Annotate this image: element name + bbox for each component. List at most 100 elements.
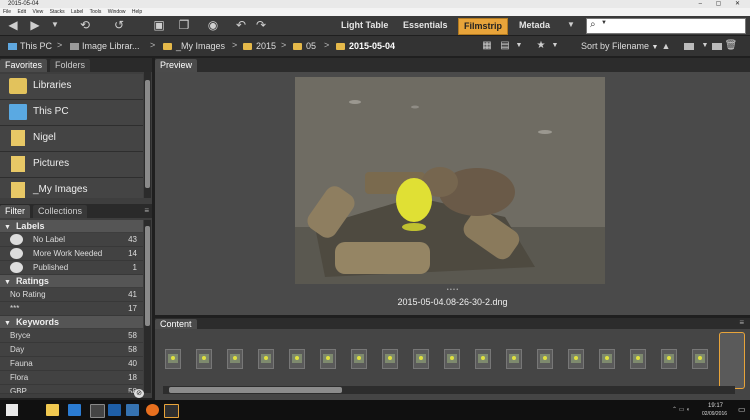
menu-label[interactable]: Label: [71, 8, 83, 16]
tab-content[interactable]: Content: [155, 319, 197, 329]
windows-start-icon[interactable]: [6, 404, 18, 416]
content-thumbnail[interactable]: [568, 349, 584, 369]
content-thumbnail[interactable]: [599, 349, 615, 369]
view-mode-dropdown-icon[interactable]: ▼: [512, 39, 526, 53]
workspace-light-table[interactable]: Light Table: [336, 18, 393, 33]
back-icon[interactable]: ◀: [6, 18, 20, 32]
menu-window[interactable]: Window: [108, 8, 126, 16]
tab-preview[interactable]: Preview: [155, 59, 198, 72]
word-icon[interactable]: [108, 404, 121, 416]
content-thumbnail[interactable]: [661, 349, 677, 369]
content-thumbnail[interactable]: [165, 349, 181, 369]
clear-filter-icon[interactable]: ⊘: [134, 389, 144, 398]
content-thumbnail[interactable]: [506, 349, 522, 369]
open-recent-icon[interactable]: [682, 39, 696, 53]
breadcrumb-this-pc[interactable]: This PC: [8, 40, 52, 52]
menu-file[interactable]: File: [3, 8, 11, 16]
workspace-filmstrip[interactable]: Filmstrip: [458, 18, 509, 35]
favorite-libraries[interactable]: Libraries: [0, 74, 143, 100]
notifications-icon[interactable]: ▭: [738, 405, 746, 414]
filter-label-row[interactable]: More Work Needed 14: [0, 247, 143, 261]
filter-label-row[interactable]: No Label 43: [0, 233, 143, 247]
quality-grid-icon[interactable]: ▦: [480, 39, 494, 53]
filter-rating-row[interactable]: No Rating 41: [0, 288, 143, 302]
tab-folders[interactable]: Folders: [50, 59, 91, 72]
history-dropdown-icon[interactable]: ▼: [48, 18, 62, 32]
file-explorer-icon[interactable]: [46, 404, 59, 416]
filter-label-row[interactable]: Published 1: [0, 261, 143, 275]
open-in-camera-raw-icon[interactable]: ◉: [206, 18, 220, 32]
menu-view[interactable]: View: [32, 8, 43, 16]
breadcrumb-image-library[interactable]: Image Librar...: [70, 40, 140, 52]
workspace-metadata[interactable]: Metada: [514, 18, 555, 33]
workspace-dropdown-icon[interactable]: ▼: [564, 18, 578, 32]
panel-menu-icon[interactable]: ≡: [739, 318, 744, 327]
firefox-icon[interactable]: [146, 404, 159, 416]
tab-collections[interactable]: Collections: [33, 205, 88, 218]
filter-keyword-row[interactable]: Day 58: [0, 343, 143, 357]
star-filter-icon[interactable]: ★: [534, 39, 548, 53]
new-folder-icon[interactable]: [710, 39, 724, 53]
content-thumbnail[interactable]: [351, 349, 367, 369]
content-thumbnail[interactable]: [196, 349, 212, 369]
content-thumbnail[interactable]: [537, 349, 553, 369]
tray-icons[interactable]: ⌃ ▭ ◖: [672, 406, 690, 413]
favorites-scroll-thumb[interactable]: [145, 80, 150, 188]
selected-thumbnail[interactable]: [719, 332, 745, 389]
star-filter-dropdown-icon[interactable]: ▼: [548, 39, 562, 53]
content-thumbnail[interactable]: [320, 349, 336, 369]
app-icon[interactable]: [126, 404, 139, 416]
content-scrollbar[interactable]: [163, 386, 735, 394]
breadcrumb-2015-05-04[interactable]: 2015-05-04: [336, 40, 395, 52]
breadcrumb-my-images[interactable]: _My Images: [163, 40, 225, 52]
menu-tools[interactable]: Tools: [90, 8, 102, 16]
search-box[interactable]: ⌕ ▼: [586, 18, 746, 34]
app-icon[interactable]: [90, 404, 105, 418]
search-dropdown-icon[interactable]: ▼: [601, 20, 607, 26]
content-thumbnail[interactable]: [444, 349, 460, 369]
favorites-scrollbar[interactable]: [144, 72, 151, 198]
content-thumbnail[interactable]: [475, 349, 491, 369]
keywords-header[interactable]: ▼ Keywords: [0, 316, 143, 328]
rotate-icon[interactable]: ↺: [112, 18, 126, 32]
breadcrumb-05[interactable]: 05: [293, 40, 316, 52]
window-controls[interactable]: – ▢ ✕: [699, 0, 746, 8]
filter-rating-row[interactable]: *** 17: [0, 302, 143, 316]
preview-image[interactable]: [295, 77, 605, 284]
bridge-icon[interactable]: [164, 404, 179, 418]
favorite-nigel[interactable]: Nigel: [0, 126, 143, 152]
favorite-this-pc[interactable]: This PC: [0, 100, 143, 126]
content-thumbnail[interactable]: [227, 349, 243, 369]
favorite-my-images[interactable]: _My Images: [0, 178, 143, 198]
tab-filter[interactable]: Filter: [0, 205, 30, 218]
breadcrumb-2015[interactable]: 2015: [243, 40, 276, 52]
filter-keyword-row[interactable]: Fauna 40: [0, 357, 143, 371]
outlook-icon[interactable]: [68, 404, 81, 416]
filter-keyword-row[interactable]: GBP 58: [0, 385, 143, 394]
sort-by-dropdown[interactable]: Sort by Filename ▼: [581, 40, 658, 52]
rotate-right-icon[interactable]: ↷: [254, 18, 268, 32]
forward-icon[interactable]: ▶: [28, 18, 42, 32]
menu-stacks[interactable]: Stacks: [50, 8, 65, 16]
rotate-left-icon[interactable]: ↶: [234, 18, 248, 32]
refine-icon[interactable]: ❐: [177, 18, 191, 32]
filter-scroll-thumb[interactable]: [145, 226, 150, 326]
labels-header[interactable]: ▼ Labels: [0, 220, 143, 232]
camera-import-icon[interactable]: ▣: [152, 18, 166, 32]
sort-direction-icon[interactable]: ▲: [659, 39, 673, 53]
content-thumbnail[interactable]: [258, 349, 274, 369]
filter-keyword-row[interactable]: Bryce 58: [0, 329, 143, 343]
ratings-header[interactable]: ▼ Ratings: [0, 275, 143, 287]
content-thumbnail[interactable]: [692, 349, 708, 369]
view-mode-icon[interactable]: ▤: [498, 39, 512, 53]
content-scroll-thumb[interactable]: [169, 387, 342, 393]
content-thumbnail[interactable]: [413, 349, 429, 369]
search-input[interactable]: [609, 20, 743, 32]
menu-edit[interactable]: Edit: [17, 8, 26, 16]
panel-menu-icon[interactable]: ≡: [144, 206, 149, 215]
delete-icon[interactable]: 🗑: [724, 39, 738, 53]
tab-favorites[interactable]: Favorites: [0, 59, 48, 72]
favorite-pictures[interactable]: Pictures: [0, 152, 143, 178]
menu-help[interactable]: Help: [132, 8, 142, 16]
workspace-essentials[interactable]: Essentials: [398, 18, 453, 33]
